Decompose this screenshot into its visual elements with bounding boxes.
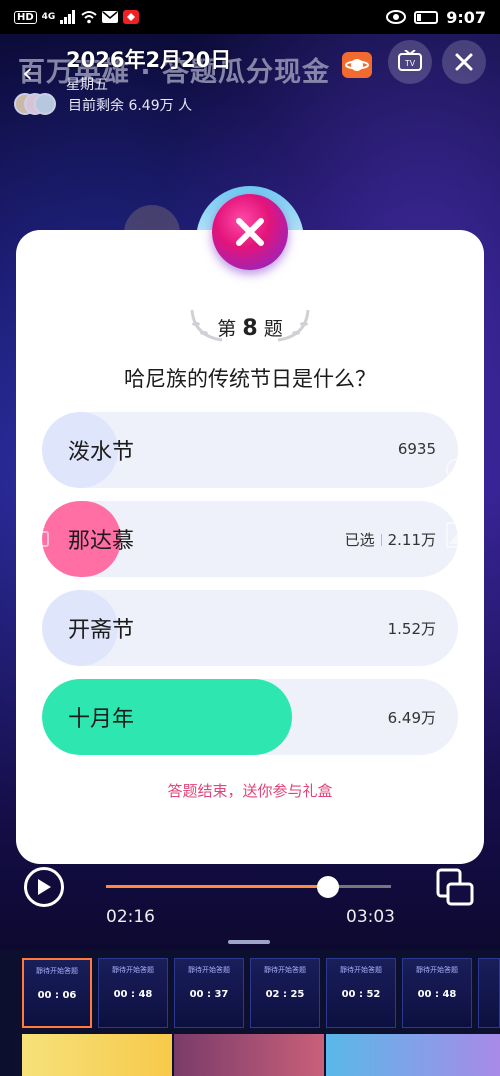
thumbnail-row2[interactable] [22, 1034, 172, 1076]
thumbnail-time: 00 : 37 [189, 989, 229, 1000]
close-icon [455, 53, 473, 71]
thumbnail[interactable]: 靜待开始答题 00 : 48 [98, 958, 168, 1028]
lock-icon[interactable] [26, 522, 50, 548]
thumbnail[interactable]: 靜待开始答题 00 : 37 [174, 958, 244, 1028]
x-icon [236, 218, 264, 246]
remaining-players: 目前剩余 6.49万 人 [68, 98, 193, 114]
network-type: 4G [41, 12, 56, 22]
image-icon[interactable] [446, 522, 474, 548]
option-label: 泼水节 [68, 440, 135, 465]
question-prefix: 第 [217, 318, 237, 340]
option-3: 开斋节 1.52万 [42, 590, 458, 666]
selected-tag: 已选 [344, 531, 375, 549]
thumbnail-time: 02 : 25 [265, 989, 305, 1000]
thumbnail-time: 00 : 48 [113, 989, 153, 1000]
option-count: 6935 [398, 440, 436, 458]
thumbnail[interactable]: 靜待开始答题 00 : 06 [22, 958, 92, 1028]
signal-icon [60, 10, 76, 24]
thumbnail-title: 靜待开始答题 [416, 966, 458, 974]
end-message: 答题结束，送你参与礼盒 [167, 782, 333, 800]
current-time: 02:16 [106, 907, 155, 927]
thumbnail[interactable]: 靜待开始答题 02 : 25 [250, 958, 320, 1028]
translate-icon[interactable]: AB [446, 458, 478, 482]
option-count-value: 1.52万 [387, 620, 436, 638]
option-label: 十月年 [68, 707, 135, 732]
date-label: 2026年2月20日 [66, 48, 232, 72]
app-notification-icon [123, 10, 140, 24]
tv-cast-button[interactable]: TV [388, 40, 432, 84]
divider [380, 534, 382, 546]
thumbnail-time: 00 : 52 [341, 989, 381, 1000]
option-label: 开斋节 [68, 618, 135, 643]
thumbnail-time: 00 : 48 [417, 989, 457, 1000]
avatar [34, 93, 56, 115]
progress-track[interactable] [106, 885, 391, 888]
mail-icon [102, 11, 119, 23]
option-count: 6.49万 [388, 707, 436, 728]
question-number-value: 8 [242, 316, 258, 341]
thumbnail[interactable]: 靜待开始答题 00 : 52 [326, 958, 396, 1028]
option-1: 泼水节 6935 [42, 412, 458, 488]
thumbnail-title: 靜待开始答题 [188, 966, 230, 974]
thumbnail-row2[interactable] [174, 1034, 324, 1076]
option-count: 已选 2.11万 [345, 529, 436, 550]
thumbnail-title: 靜待开始答题 [36, 967, 78, 975]
total-time: 03:03 [346, 907, 395, 927]
option-count-value: 2.11万 [387, 531, 436, 549]
planet-icon[interactable] [342, 52, 372, 78]
battery-icon [414, 10, 439, 24]
eye-icon [386, 10, 407, 24]
avatar-group [14, 93, 58, 115]
back-icon[interactable]: ‹ [22, 56, 33, 89]
option-4: 十月年 6.49万 [42, 679, 458, 755]
thumbnail-row2[interactable] [326, 1034, 500, 1076]
weekday-label: 星期五 [66, 77, 108, 93]
thumbnail-title: 靜待开始答题 [264, 966, 306, 974]
thumbnail-time: 00 : 06 [37, 990, 77, 1001]
progress-handle[interactable] [317, 876, 339, 898]
thumbnail-title: 靜待开始答题 [112, 966, 154, 974]
thumbnail-title: 靜待开始答题 [340, 966, 382, 974]
play-button[interactable] [24, 867, 64, 907]
live-header: 百万英雄 · 答题瓜分现金 ‹ 2026年2月20日 星期五 目前剩余 6.49… [0, 34, 500, 134]
svg-text:TV: TV [405, 59, 416, 68]
play-icon [38, 879, 51, 895]
option-2: 那达慕 已选 2.11万 [42, 501, 458, 577]
option-label: 那达慕 [68, 529, 135, 554]
drawer-handle[interactable] [228, 940, 270, 944]
svg-text:AB: AB [455, 466, 469, 477]
option-count: 1.52万 [388, 618, 436, 639]
thumbnail-partial[interactable] [478, 958, 500, 1028]
hd-indicator: HD [14, 10, 37, 24]
option-count-value: 6935 [397, 440, 436, 458]
tv-icon: TV [398, 50, 422, 71]
status-bar: HD 4G 9:07 [0, 0, 500, 34]
question-number: 第 8 题 [0, 314, 500, 341]
question-text: 哈尼族的传统节日是什么？ [124, 367, 376, 391]
close-button[interactable] [442, 40, 486, 84]
pip-icon[interactable] [436, 868, 476, 908]
option-count-value: 6.49万 [387, 709, 436, 727]
question-suffix: 题 [263, 318, 283, 340]
wifi-icon [81, 11, 97, 24]
progress-fill [106, 885, 328, 888]
clock: 9:07 [446, 7, 486, 27]
thumbnail[interactable]: 靜待开始答题 00 : 48 [402, 958, 472, 1028]
wrong-answer-badge [212, 194, 288, 270]
